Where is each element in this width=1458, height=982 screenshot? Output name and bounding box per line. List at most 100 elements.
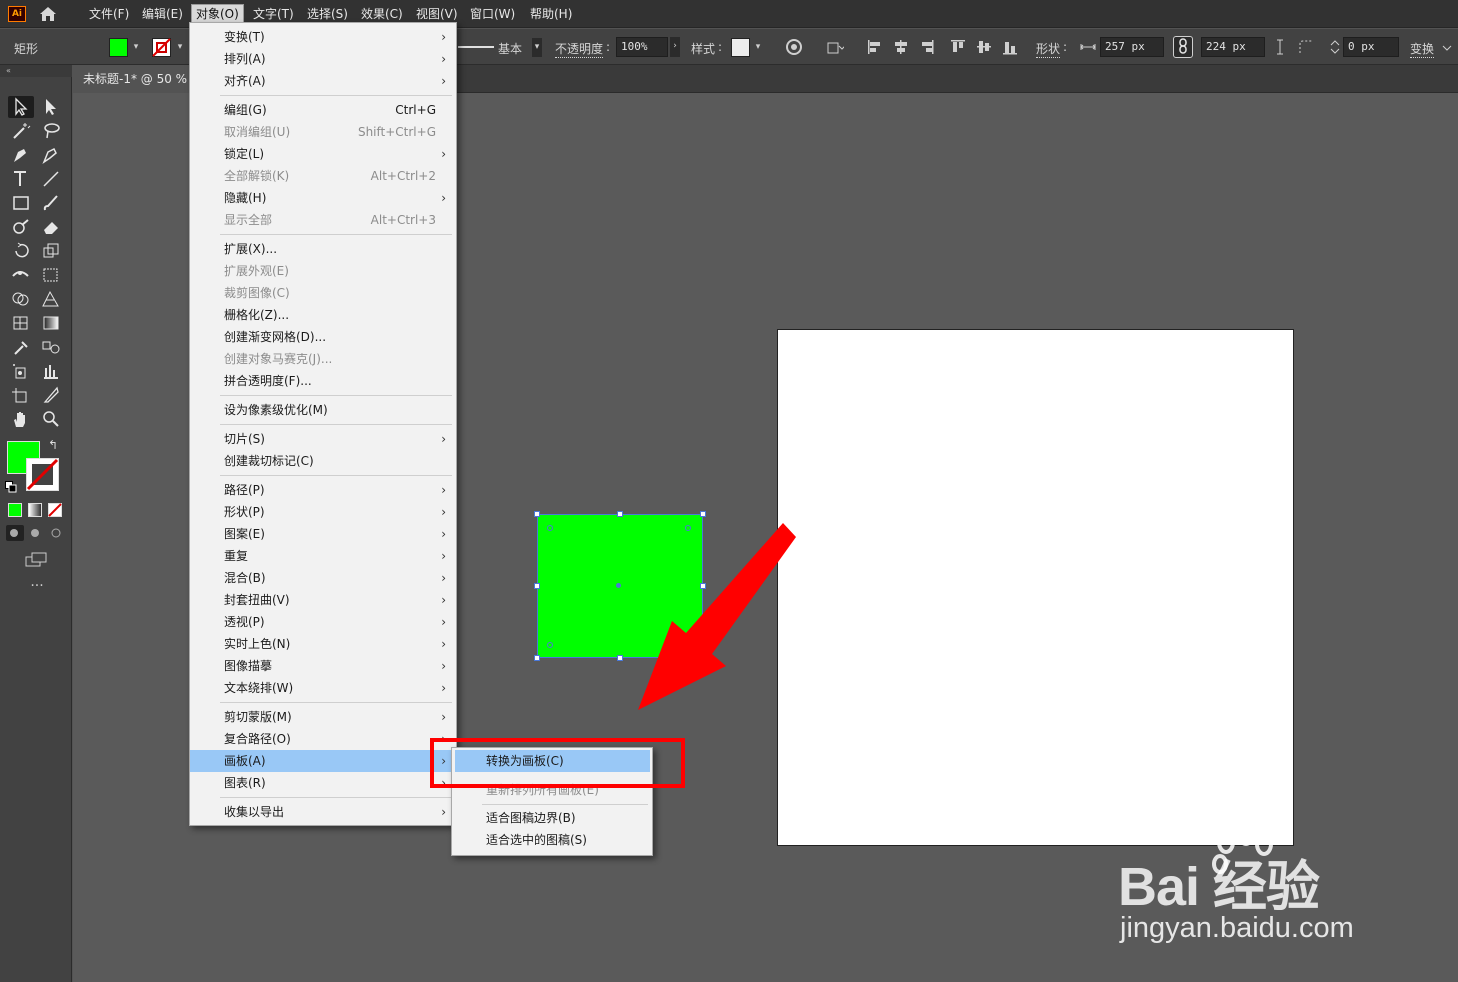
menu-effect[interactable]: 效果(C) — [357, 5, 407, 23]
fill-dropdown-chevron-icon[interactable]: ▾ — [131, 38, 141, 57]
object-menu-item[interactable]: 对齐(A) › — [190, 70, 456, 92]
scale-tool-icon[interactable] — [38, 240, 64, 262]
corner-radius-input[interactable]: 0 px — [1343, 37, 1399, 57]
object-menu-item[interactable]: 收集以导出 › — [190, 801, 456, 823]
style-swatch[interactable] — [731, 38, 750, 57]
toolbar-collapse-icon[interactable]: « — [0, 65, 72, 77]
selection-handle[interactable] — [534, 583, 540, 589]
blend-tool-icon[interactable] — [38, 336, 64, 358]
align-bottom-icon[interactable] — [1001, 38, 1019, 56]
object-menu-item[interactable]: 创建裁切标记(C) — [190, 450, 456, 472]
lasso-tool-icon[interactable] — [38, 120, 64, 142]
document-tab[interactable]: 未标题-1* @ 50 % — [73, 65, 193, 93]
stroke-dropdown-chevron-icon[interactable]: ▾ — [175, 38, 185, 57]
corner-type-icon[interactable] — [1297, 38, 1315, 56]
menu-file[interactable]: 文件(F) — [85, 5, 133, 23]
object-menu-item[interactable]: 扩展(X)... — [190, 238, 456, 260]
corner-widget[interactable] — [547, 525, 553, 531]
home-icon[interactable] — [38, 5, 58, 23]
object-menu-item[interactable]: 文本绕排(W) › — [190, 677, 456, 699]
more-tools-icon[interactable]: ··· — [26, 579, 48, 595]
stroke-style-label[interactable]: 基本 — [498, 40, 522, 57]
link-proportions-icon[interactable] — [1173, 36, 1193, 58]
artboard[interactable] — [777, 329, 1294, 846]
object-menu-item[interactable]: 实时上色(N) › — [190, 633, 456, 655]
stroke-color-swatch[interactable] — [26, 458, 59, 491]
menu-help[interactable]: 帮助(H) — [526, 5, 576, 23]
rectangle-tool-icon[interactable] — [8, 192, 34, 214]
menu-select[interactable]: 选择(S) — [303, 5, 352, 23]
draw-behind-icon[interactable] — [27, 525, 45, 541]
fill-swatch[interactable] — [109, 38, 128, 57]
object-menu-item[interactable]: 设为像素级优化(M) — [190, 399, 456, 421]
menu-view[interactable]: 视图(V) — [412, 5, 462, 23]
width-tool-icon[interactable] — [8, 264, 34, 286]
artboard-tool-icon[interactable] — [8, 384, 34, 406]
object-menu-item[interactable]: 形状(P) › — [190, 501, 456, 523]
direct-selection-tool-icon[interactable] — [38, 96, 64, 118]
panel-menu-icon[interactable] — [1440, 38, 1458, 56]
gradient-mode-icon[interactable] — [28, 503, 42, 517]
paintbrush-tool-icon[interactable] — [38, 192, 64, 214]
perspective-grid-tool-icon[interactable] — [38, 288, 64, 310]
object-menu-item[interactable]: 创建渐变网格(D)... — [190, 326, 456, 348]
draw-inside-icon[interactable] — [47, 525, 65, 541]
corner-stepper-icon[interactable] — [1326, 38, 1344, 56]
selection-handle[interactable] — [534, 655, 540, 661]
align-left-icon[interactable] — [866, 38, 884, 56]
magic-wand-tool-icon[interactable] — [8, 120, 34, 142]
draw-normal-icon[interactable] — [6, 525, 24, 541]
align-center-icon[interactable] — [892, 38, 910, 56]
artboard-submenu-item[interactable]: 适合选中的图稿(S) — [452, 829, 652, 851]
align-top-icon[interactable] — [949, 38, 967, 56]
free-transform-tool-icon[interactable] — [38, 264, 64, 286]
rotate-tool-icon[interactable] — [8, 240, 34, 262]
default-colors-icon[interactable] — [5, 481, 17, 493]
object-menu-item[interactable]: 拼合透明度(F)... — [190, 370, 456, 392]
height-input[interactable]: 224 px — [1201, 37, 1265, 57]
menu-window[interactable]: 窗口(W) — [466, 5, 519, 23]
menu-object[interactable]: 对象(O) — [191, 4, 244, 24]
swap-colors-icon[interactable]: ↰ — [48, 438, 62, 452]
object-menu-item[interactable]: 隐藏(H) › — [190, 187, 456, 209]
align-middle-icon[interactable] — [975, 38, 993, 56]
object-menu-item[interactable]: 混合(B) › — [190, 567, 456, 589]
opacity-chevron-icon[interactable]: › — [670, 37, 680, 57]
object-menu-item[interactable]: 封套扭曲(V) › — [190, 589, 456, 611]
opacity-input[interactable]: 100% — [616, 37, 668, 57]
menu-type[interactable]: 文字(T) — [249, 5, 298, 23]
screen-mode-icon[interactable] — [24, 551, 48, 569]
shaper-tool-icon[interactable] — [8, 216, 34, 238]
align-to-icon[interactable] — [826, 38, 846, 56]
style-chevron-icon[interactable]: ▾ — [753, 38, 763, 57]
pen-tool-icon[interactable] — [8, 144, 34, 166]
object-menu-item[interactable]: 栅格化(Z)... — [190, 304, 456, 326]
artboard-submenu-item[interactable]: 适合图稿边界(B) — [452, 807, 652, 829]
shape-label[interactable]: 形状 — [1036, 40, 1061, 58]
mesh-tool-icon[interactable] — [8, 312, 34, 334]
object-menu-item[interactable]: 透视(P) › — [190, 611, 456, 633]
menu-edit[interactable]: 编辑(E) — [138, 5, 187, 23]
width-input[interactable]: 257 px — [1100, 37, 1164, 57]
object-menu-item[interactable]: 剪切蒙版(M) › — [190, 706, 456, 728]
object-menu-item[interactable]: 排列(A) › — [190, 48, 456, 70]
zoom-tool-icon[interactable] — [38, 408, 64, 430]
selection-tool-icon[interactable] — [8, 96, 34, 118]
object-menu-item[interactable]: 锁定(L) › — [190, 143, 456, 165]
object-menu-item[interactable]: 画板(A) › — [190, 750, 456, 772]
transform-link[interactable]: 变换 — [1410, 40, 1435, 58]
object-menu-item[interactable]: 变换(T) › — [190, 26, 456, 48]
object-menu-item[interactable]: 编组(G) Ctrl+G — [190, 99, 456, 121]
none-mode-icon[interactable] — [48, 503, 62, 517]
object-menu-item[interactable]: 图案(E) › — [190, 523, 456, 545]
corner-widget[interactable] — [547, 642, 553, 648]
stroke-swatch[interactable] — [152, 38, 171, 57]
object-menu-item[interactable]: 图表(R) › — [190, 772, 456, 794]
recolor-icon[interactable] — [785, 38, 803, 56]
curvature-tool-icon[interactable] — [38, 144, 64, 166]
symbol-sprayer-tool-icon[interactable] — [8, 360, 34, 382]
object-menu-item[interactable]: 路径(P) › — [190, 479, 456, 501]
object-menu-item[interactable]: 复合路径(O) › — [190, 728, 456, 750]
gradient-tool-icon[interactable] — [38, 312, 64, 334]
hand-tool-icon[interactable] — [8, 408, 34, 430]
